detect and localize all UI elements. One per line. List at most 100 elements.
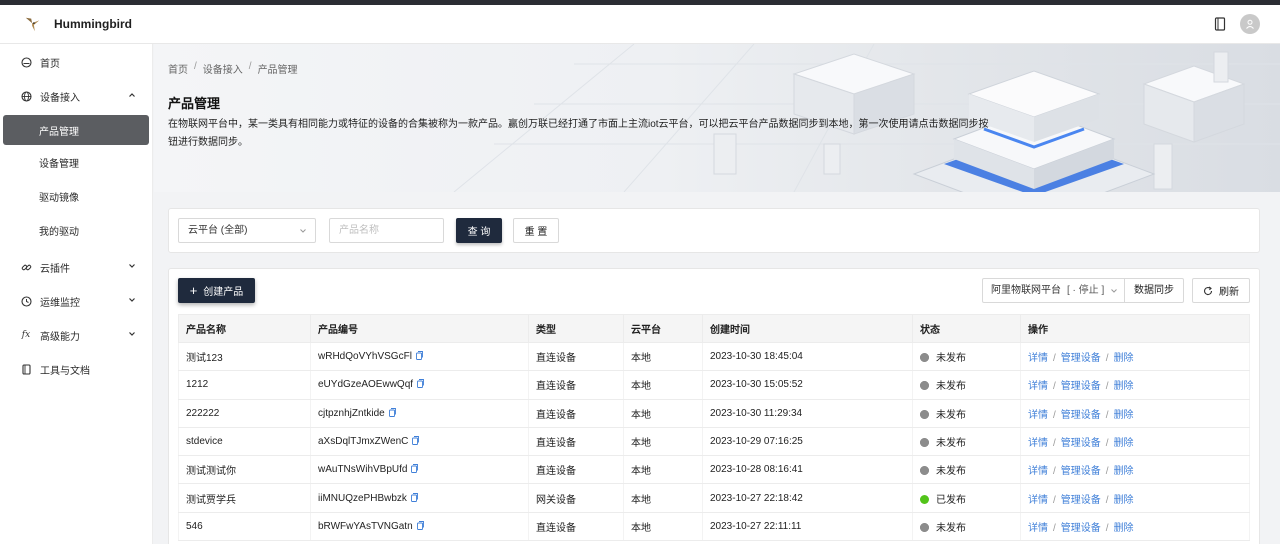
action-separator: / <box>1053 381 1056 393</box>
copy-icon[interactable] <box>412 436 420 445</box>
copy-icon[interactable] <box>415 351 423 361</box>
action-separator: / <box>1105 353 1109 365</box>
platform-filter-select[interactable]: 云平台 (全部) <box>178 218 316 243</box>
detail-link[interactable]: 详情 <box>1028 523 1048 534</box>
actions-cell: 详情 / 管理设备 / 删除 <box>1020 427 1250 457</box>
breadcrumb-home[interactable]: 首页 <box>168 61 188 76</box>
query-button[interactable]: 查 询 <box>456 218 502 243</box>
filter-bar: 云平台 (全部) 查 询 重 置 <box>168 208 1260 253</box>
sidebar-item-cloud-plugins[interactable]: 云插件 <box>0 250 152 284</box>
product-name-cell: 1212 <box>178 370 311 400</box>
sidebar-item-driver-images[interactable]: 驱动镜像 <box>0 179 152 213</box>
status-badge: 未发布 <box>936 466 966 478</box>
actions-cell: 详情 / 管理设备 / 删除 <box>1020 342 1250 372</box>
detail-link[interactable]: 详情 <box>1028 381 1048 392</box>
detail-link[interactable]: 详情 <box>1028 410 1048 421</box>
copy-icon[interactable] <box>388 407 396 417</box>
delete-link[interactable]: 删除 <box>1114 410 1134 421</box>
copy-icon[interactable] <box>417 379 424 389</box>
product-code: iiMNUQzePHBwbzk <box>318 492 407 504</box>
delete-link[interactable]: 删除 <box>1114 495 1134 506</box>
manage-devices-link[interactable]: 管理设备 <box>1061 353 1101 364</box>
monitor-icon <box>20 295 32 307</box>
cloud-platform-cell: 本地 <box>623 399 703 428</box>
sidebar-item-advanced[interactable]: fx 高级能力 <box>0 318 152 352</box>
detail-link[interactable]: 详情 <box>1028 495 1048 506</box>
status-badge: 未发布 <box>936 353 966 365</box>
breadcrumb-device-access[interactable]: 设备接入 <box>203 61 243 76</box>
status-badge: 已发布 <box>936 494 966 506</box>
created-time-cell: 2023-10-29 07:16:25 <box>702 427 913 457</box>
status-dot-icon <box>920 409 929 419</box>
sidebar-item-my-drivers[interactable]: 我的驱动 <box>0 213 152 247</box>
manage-devices-link[interactable]: 管理设备 <box>1061 523 1101 534</box>
sidebar-item-home[interactable]: 首页 <box>0 45 152 79</box>
delete-link[interactable]: 删除 <box>1114 466 1134 477</box>
column-header: 云平台 <box>623 314 703 343</box>
product-name-input[interactable] <box>329 218 444 243</box>
breadcrumb-separator: / <box>194 61 197 72</box>
avatar[interactable] <box>1240 14 1260 34</box>
breadcrumb-separator: / <box>248 61 252 72</box>
copy-icon[interactable] <box>416 520 424 530</box>
refresh-label: 刷新 <box>1219 287 1239 298</box>
created-time-cell: 2023-10-27 22:18:42 <box>702 483 913 513</box>
manage-devices-link[interactable]: 管理设备 <box>1061 466 1101 477</box>
actions-cell: 详情 / 管理设备 / 删除 <box>1020 370 1250 400</box>
action-separator: / <box>1053 494 1056 506</box>
chevron-down-icon <box>300 229 306 233</box>
status-cell: 未发布 <box>912 512 1021 542</box>
cloud-platform-select[interactable]: 阿里物联网平台 [ · 停止 ] <box>983 279 1125 302</box>
globe-icon <box>20 90 32 102</box>
chevron-down-icon[interactable] <box>128 296 136 304</box>
column-header: 操作 <box>1020 314 1250 343</box>
hummingbird-logo[interactable] <box>24 15 42 33</box>
chevron-down-icon[interactable] <box>128 262 136 270</box>
detail-link[interactable]: 详情 <box>1028 353 1048 364</box>
chevron-up-icon[interactable] <box>128 91 136 99</box>
delete-link[interactable]: 删除 <box>1114 381 1134 392</box>
manage-devices-link[interactable]: 管理设备 <box>1061 410 1101 421</box>
product-name-cell: 222222 <box>178 399 311 428</box>
copy-icon[interactable] <box>410 492 418 502</box>
delete-link[interactable]: 删除 <box>1114 523 1134 534</box>
sidebar-item-device-access[interactable]: 设备接入 <box>0 79 152 113</box>
product-code-cell: eUYdGzeAOEwwQqf <box>310 370 529 400</box>
cloud-platform-cell: 本地 <box>623 455 703 485</box>
copy-icon[interactable] <box>411 464 419 474</box>
actions-cell: 详情 / 管理设备 / 删除 <box>1020 512 1250 542</box>
manage-devices-link[interactable]: 管理设备 <box>1061 381 1101 392</box>
refresh-button[interactable]: 刷新 <box>1192 278 1250 303</box>
chevron-down-icon <box>1111 289 1117 293</box>
user-icon <box>1246 19 1254 29</box>
created-time-cell: 2023-10-30 15:05:52 <box>702 370 913 400</box>
delete-link[interactable]: 删除 <box>1114 438 1134 449</box>
status-cell: 未发布 <box>912 399 1021 428</box>
status-cell: 已发布 <box>912 483 1021 513</box>
cloud-platform-cell: 本地 <box>623 427 703 457</box>
status-badge: 未发布 <box>936 438 966 450</box>
status-dot-icon <box>920 438 929 448</box>
breadcrumb: 首页 / 设备接入 / 产品管理 <box>168 61 298 76</box>
product-code-cell: wAuTNsWihVBpUfd <box>310 455 529 485</box>
product-type-cell: 直连设备 <box>528 512 624 542</box>
sidebar-item-tools-docs[interactable]: 工具与文档 <box>0 352 152 386</box>
sidebar-item-product-management[interactable]: 产品管理 <box>3 115 149 145</box>
manage-devices-link[interactable]: 管理设备 <box>1061 495 1101 506</box>
manage-devices-link[interactable]: 管理设备 <box>1061 438 1101 449</box>
book-icon <box>20 363 32 375</box>
chevron-down-icon[interactable] <box>128 330 136 338</box>
product-name-cell: 测试测试你 <box>178 455 311 485</box>
page-banner: 首页 / 设备接入 / 产品管理 产品管理 在物联网平台中，某一类具有相同能力或… <box>154 44 1280 192</box>
document-icon[interactable] <box>1214 17 1226 31</box>
sidebar-item-device-management[interactable]: 设备管理 <box>0 145 152 179</box>
detail-link[interactable]: 详情 <box>1028 466 1048 477</box>
data-sync-button[interactable]: 数据同步 <box>1125 279 1183 302</box>
reset-button[interactable]: 重 置 <box>513 218 559 243</box>
detail-link[interactable]: 详情 <box>1028 438 1048 449</box>
create-product-button[interactable]: + 创建产品 <box>178 278 255 303</box>
sidebar-item-ops-monitoring[interactable]: 运维监控 <box>0 284 152 318</box>
actions-cell: 详情 / 管理设备 / 删除 <box>1020 483 1250 513</box>
sidebar-item-label: 高级能力 <box>40 331 80 343</box>
delete-link[interactable]: 删除 <box>1114 353 1134 364</box>
